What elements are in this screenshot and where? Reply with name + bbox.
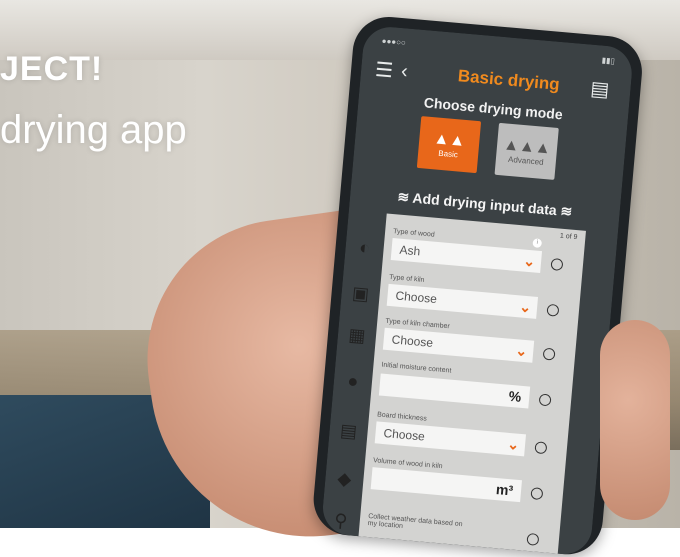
field-radio[interactable] xyxy=(530,487,544,501)
overlay-title: JECT! xyxy=(0,50,104,88)
smartphone: ●●●○○ ▮▮▯ ☰ ‹ Basic drying ▤ Choose dryi… xyxy=(310,14,645,557)
moisture-input[interactable]: % xyxy=(378,373,531,409)
chevron-down-icon: ⌄ xyxy=(514,341,529,359)
volume-input[interactable]: m³ xyxy=(370,467,522,503)
save-icon[interactable]: ▤ xyxy=(589,75,617,102)
wood-icon: ◐ xyxy=(358,237,371,259)
location-pin-icon: ⚲ xyxy=(333,510,349,532)
battery-icon: ▮▮▯ xyxy=(601,55,616,66)
field-radio[interactable] xyxy=(534,441,548,455)
menu-icon[interactable]: ☰ xyxy=(374,56,402,83)
mode-selector: ▲▲ Basic ▲▲▲ Advanced xyxy=(416,116,559,180)
info-icon[interactable]: i xyxy=(532,238,543,249)
water-drop-icon: ● xyxy=(346,370,360,392)
chamber-type-select[interactable]: Choose ⌄ xyxy=(382,327,535,363)
field-label: Initial moisture content xyxy=(381,361,452,375)
input-form: 1 of 9 ◐ Type of wood i Ash ⌄ ▣ Type of k… xyxy=(333,213,586,557)
back-icon[interactable]: ‹ xyxy=(400,60,428,85)
field-label: Collect weather data based on my locatio… xyxy=(367,512,463,531)
basic-mode-icon: ▲▲ xyxy=(432,129,466,150)
field-label: Board thickness xyxy=(376,411,428,423)
field-radio[interactable] xyxy=(546,303,560,317)
chevron-down-icon: ⌄ xyxy=(518,297,532,315)
field-label: Type of wood xyxy=(392,228,435,239)
field-radio[interactable] xyxy=(538,393,552,407)
chevron-down-icon: ⌄ xyxy=(506,435,520,453)
thickness-select[interactable]: Choose ⌄ xyxy=(374,421,527,457)
field-radio[interactable] xyxy=(542,347,556,361)
cube-icon: ◆ xyxy=(336,468,353,490)
overlay-subtitle: drying app xyxy=(0,108,187,152)
step-counter: 1 of 9 xyxy=(559,232,578,242)
hand-finger xyxy=(600,320,670,520)
signal-icon: ●●●○○ xyxy=(381,36,407,48)
weather-toggle[interactable] xyxy=(526,532,540,546)
basic-mode-label: Basic xyxy=(438,148,459,159)
advanced-mode-label: Advanced xyxy=(507,154,545,167)
chevron-down-icon: ⌄ xyxy=(522,252,536,270)
wood-type-select[interactable]: Ash ⌄ xyxy=(390,238,543,274)
page-title: Basic drying xyxy=(457,66,561,94)
kiln-icon: ▣ xyxy=(351,282,370,305)
field-label: Type of kiln xyxy=(388,273,425,284)
field-radio[interactable] xyxy=(550,257,564,271)
basic-mode-button[interactable]: ▲▲ Basic xyxy=(416,116,482,174)
phone-screen: ●●●○○ ▮▮▯ ☰ ‹ Basic drying ▤ Choose dryi… xyxy=(320,24,635,557)
board-icon: ▤ xyxy=(339,420,358,442)
advanced-mode-button[interactable]: ▲▲▲ Advanced xyxy=(494,122,559,180)
chamber-icon: ▦ xyxy=(347,324,367,347)
heat-icon: ≋ xyxy=(556,202,573,220)
kiln-type-select[interactable]: Choose ⌄ xyxy=(386,283,539,319)
